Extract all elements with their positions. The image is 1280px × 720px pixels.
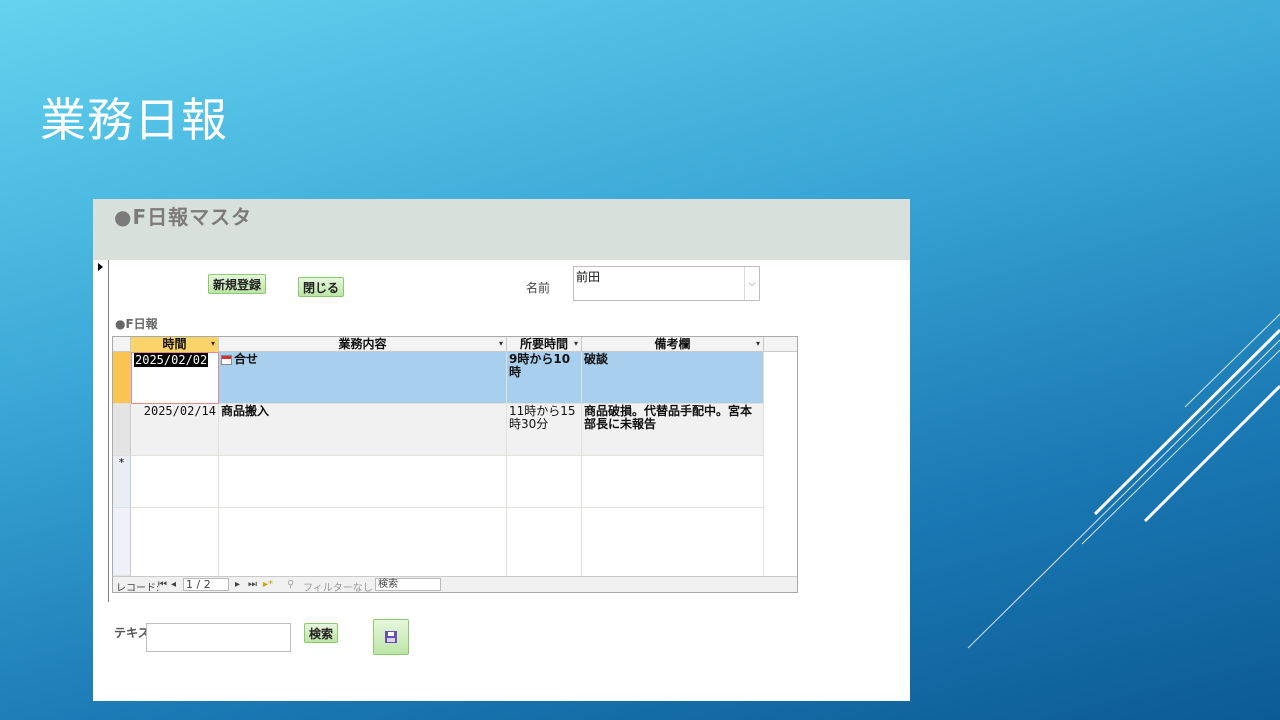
calendar-icon[interactable] — [221, 354, 232, 365]
access-form-window: ●F日報マスタ 新規登録 閉じる 名前 前田 ⌵ ●F日報 時間 ▾ 業務内容 ▾ … — [93, 199, 910, 701]
grid-header: 時間 ▾ 業務内容 ▾ 所要時間 ▾ 備考欄 ▾ — [113, 337, 797, 352]
table-cell-duration[interactable]: 9時から10時 — [507, 352, 582, 404]
name-label: 名前 — [526, 281, 551, 295]
sort-dropdown-icon[interactable]: ▾ — [756, 337, 760, 351]
column-header-time[interactable]: 時間 ▾ — [131, 337, 219, 352]
table-cell-task[interactable] — [219, 456, 507, 508]
first-record-icon[interactable]: ⏮ — [158, 579, 167, 590]
record-position-input[interactable]: 1 / 2 — [183, 578, 229, 591]
table-cell-duration[interactable]: 11時から15時30分 — [507, 404, 582, 456]
task-value: 合せ — [234, 352, 259, 366]
sort-dropdown-icon[interactable]: ▾ — [499, 337, 503, 351]
previous-record-icon[interactable]: ◂ — [171, 579, 176, 590]
table-cell-note[interactable] — [582, 456, 764, 508]
slide-title: 業務日報 — [40, 93, 228, 147]
search-button[interactable]: 検索 — [304, 623, 339, 643]
column-header-label: 所要時間 — [519, 337, 568, 351]
column-header-duration[interactable]: 所要時間 ▾ — [507, 337, 582, 352]
table-cell-task[interactable]: 商品搬入 — [219, 404, 507, 456]
row-selector[interactable] — [113, 352, 131, 404]
chevron-down-icon[interactable]: ⌵ — [744, 267, 759, 300]
form-caption: ●F日報マスタ — [114, 205, 253, 229]
column-header-task[interactable]: 業務内容 ▾ — [219, 337, 507, 352]
form-header: ●F日報マスタ — [93, 199, 910, 260]
text-label: テキス — [114, 626, 150, 640]
last-record-icon[interactable]: ⏭ — [248, 579, 257, 590]
column-header-label: 備考欄 — [654, 337, 691, 351]
filter-status[interactable]: フィルターなし — [303, 579, 373, 592]
row-selector[interactable] — [113, 404, 131, 456]
table-cell-time[interactable] — [131, 456, 219, 508]
empty-cell — [507, 508, 582, 576]
empty-cell — [582, 508, 764, 576]
current-record-arrow-icon — [98, 263, 103, 271]
name-combobox[interactable]: 前田 ⌵ — [573, 266, 760, 301]
column-header-label: 業務内容 — [338, 337, 387, 351]
daily-report-datasheet: 時間 ▾ 業務内容 ▾ 所要時間 ▾ 備考欄 ▾ 2025/02/02 合せ 9時から1… — [112, 336, 798, 593]
column-header-note[interactable]: 備考欄 ▾ — [582, 337, 764, 352]
subform-label: ●F日報 — [115, 317, 158, 331]
table-cell-time[interactable]: 2025/02/14 — [131, 404, 219, 456]
column-header-label: 時間 — [162, 337, 187, 351]
save-icon-button[interactable] — [373, 619, 409, 655]
table-cell-note[interactable]: 商品破損。代替品手配中。宮本部長に未報告 — [582, 404, 764, 456]
date-value: 2025/02/02 — [134, 353, 209, 367]
close-button[interactable]: 閉じる — [298, 277, 345, 297]
table-cell-time[interactable]: 2025/02/02 — [131, 352, 219, 404]
new-entry-button[interactable]: 新規登録 — [208, 274, 267, 294]
sort-dropdown-icon[interactable]: ▾ — [574, 337, 578, 351]
table-cell-note[interactable]: 破談 — [582, 352, 764, 404]
record-selector-bar[interactable] — [93, 260, 109, 602]
filter-icon: ⚲ — [287, 579, 295, 590]
select-all-corner[interactable] — [113, 337, 131, 352]
save-icon — [385, 631, 397, 643]
next-record-icon[interactable]: ▸ — [235, 579, 240, 590]
record-label: レコード: — [116, 583, 160, 593]
name-value: 前田 — [576, 270, 601, 284]
empty-cell — [219, 508, 507, 576]
empty-cell — [131, 508, 219, 576]
new-row-selector[interactable]: * — [113, 456, 131, 508]
record-navigation-bar: レコード: ⏮ ◂ 1 / 2 ▸ ⏭ ▸* ⚲ フィルターなし 検索 — [113, 576, 797, 593]
table-cell-task[interactable]: 合せ — [219, 352, 507, 404]
grid-search-input[interactable]: 検索 — [375, 578, 441, 591]
sort-dropdown-icon[interactable]: ▾ — [211, 337, 215, 351]
search-text-input[interactable] — [146, 623, 291, 652]
table-cell-duration[interactable] — [507, 456, 582, 508]
new-record-icon[interactable]: ▸* — [263, 579, 273, 590]
empty-row-area — [113, 508, 131, 576]
